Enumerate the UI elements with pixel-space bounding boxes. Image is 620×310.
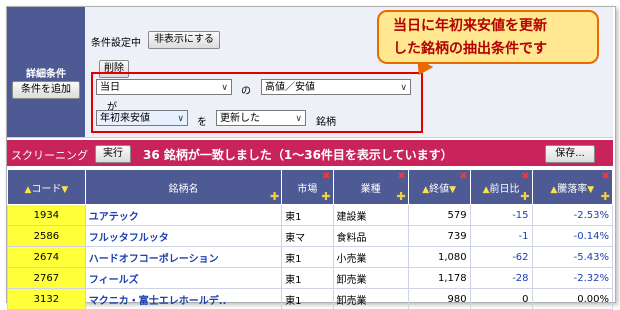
screening-result-message: 36 銘柄が一致しました（1〜36件目を表示しています） xyxy=(143,148,453,162)
sector-cell: 建設業 xyxy=(332,204,409,226)
table-row: 1934 ユアテック 東1 建設業 579 -15 -2.53% xyxy=(7,204,614,226)
remove-column-icon[interactable]: ✖ xyxy=(397,171,405,182)
header-label: 市場 xyxy=(297,183,318,195)
market-cell: 東マ xyxy=(281,225,334,247)
condition-action-select[interactable]: 更新した ∨ xyxy=(216,110,306,126)
run-screening-button[interactable]: 実行 xyxy=(95,145,131,163)
header-label: コード xyxy=(31,183,62,195)
chevron-down-icon: ∨ xyxy=(221,83,228,93)
add-column-icon[interactable]: ✚ xyxy=(321,190,330,203)
add-column-icon[interactable]: ✚ xyxy=(396,190,405,203)
detail-conditions-sidebar: 詳細条件 条件を追加 xyxy=(7,7,85,137)
condition-day-select[interactable]: 当日 ∨ xyxy=(96,79,232,95)
column-header-change[interactable]: ▲前日比 ✖ ✚ xyxy=(469,169,533,205)
column-header-code[interactable]: ▲コード▼ xyxy=(7,169,86,205)
header-label: 終値 xyxy=(429,183,450,195)
chevron-down-icon: ∨ xyxy=(400,83,407,93)
change-cell: 0 xyxy=(469,288,533,310)
table-row: 2767 フィールズ 東1 卸売業 1,178 -28 -2.32% xyxy=(7,267,614,289)
header-label: 銘柄名 xyxy=(168,183,199,195)
add-column-icon[interactable]: ✚ xyxy=(520,190,529,203)
remove-column-icon[interactable]: ✖ xyxy=(602,171,610,182)
close-cell: 980 xyxy=(407,288,471,310)
header-label: 騰落率 xyxy=(557,183,588,195)
results-table: ▲コード▼ 銘柄名 ✚ 市場 ✖ ✚ 業種 ✖ ✚ ▲終値▼ ✖ ▲前日比 ✖ ✚ ▲騰落率▼ ✖… xyxy=(7,169,614,310)
hide-conditions-button[interactable]: 非表示にする xyxy=(148,31,220,49)
sort-desc-icon[interactable]: ▼ xyxy=(61,185,68,195)
column-header-name: 銘柄名 ✚ xyxy=(84,169,283,205)
close-cell: 739 xyxy=(407,225,471,247)
change-cell: -62 xyxy=(469,246,533,268)
table-row: 3132 マクニカ・富士エレホールデ.. 東1 卸売業 980 0 0.00% xyxy=(7,288,614,310)
close-cell: 1,080 xyxy=(407,246,471,268)
add-column-icon[interactable]: ✚ xyxy=(270,190,279,203)
code-cell: 2767 xyxy=(7,267,86,289)
connector-of: の xyxy=(241,86,251,97)
stock-name-link[interactable]: フルッタフルッタ xyxy=(84,225,283,247)
stock-name-link[interactable]: ハードオフコーポレーション xyxy=(84,246,283,268)
chevron-down-icon: ∨ xyxy=(177,114,184,124)
add-column-icon[interactable]: ✚ xyxy=(601,190,610,203)
change-cell: -1 xyxy=(469,225,533,247)
code-cell: 2674 xyxy=(7,246,86,268)
market-cell: 東1 xyxy=(281,204,334,226)
remove-column-icon[interactable]: ✖ xyxy=(521,171,529,182)
stock-name-link[interactable]: マクニカ・富士エレホールデ.. xyxy=(84,288,283,310)
column-header-rate[interactable]: ▲騰落率▼ ✖ ✚ xyxy=(531,169,614,205)
code-cell: 3132 xyxy=(7,288,86,310)
condition-indicator-select[interactable]: 年初来安値 ∨ xyxy=(96,110,188,126)
code-cell: 1934 xyxy=(7,204,86,226)
change-cell: -15 xyxy=(469,204,533,226)
condition-indicator-value: 年初来安値 xyxy=(100,113,150,124)
condition-price-type-value: 高値／安値 xyxy=(265,82,315,93)
condition-price-type-select[interactable]: 高値／安値 ∨ xyxy=(261,79,411,95)
stocks-suffix-label: 銘柄 xyxy=(316,117,336,128)
screening-label: スクリーニング xyxy=(11,149,88,162)
change-cell: -28 xyxy=(469,267,533,289)
sector-cell: 卸売業 xyxy=(332,288,409,310)
connector-wo: を xyxy=(197,117,207,128)
annotation-callout: 当日に年初来安値を更新 した銘柄の抽出条件です xyxy=(377,10,599,64)
callout-line-2: した銘柄の抽出条件です xyxy=(393,41,547,57)
condition-status-label: 条件設定中 xyxy=(91,38,141,49)
add-condition-button[interactable]: 条件を追加 xyxy=(12,81,80,99)
column-header-market: 市場 ✖ ✚ xyxy=(281,169,334,205)
market-cell: 東1 xyxy=(281,267,334,289)
callout-line-1: 当日に年初来安値を更新 xyxy=(393,18,547,34)
table-row: 2586 フルッタフルッタ 東マ 食料品 739 -1 -0.14% xyxy=(7,225,614,247)
remove-column-icon[interactable]: ✖ xyxy=(459,171,467,182)
market-cell: 東1 xyxy=(281,288,334,310)
sector-cell: 食料品 xyxy=(332,225,409,247)
condition-action-value: 更新した xyxy=(220,113,260,124)
sort-desc-icon[interactable]: ▼ xyxy=(449,185,456,195)
sort-desc-icon[interactable]: ▼ xyxy=(587,185,594,195)
sector-cell: 卸売業 xyxy=(332,267,409,289)
rate-cell: 0.00% xyxy=(531,288,614,310)
stock-name-link[interactable]: フィールズ xyxy=(84,267,283,289)
column-header-sector: 業種 ✖ ✚ xyxy=(332,169,409,205)
table-row: 2674 ハードオフコーポレーション 東1 小売業 1,080 -62 -5.4… xyxy=(7,246,614,268)
header-label: 前日比 xyxy=(489,183,520,195)
rate-cell: -5.43% xyxy=(531,246,614,268)
market-cell: 東1 xyxy=(281,246,334,268)
column-header-close[interactable]: ▲終値▼ ✖ xyxy=(407,169,471,205)
screener-frame: 詳細条件 条件を追加 条件設定中 非表示にする 削除 当日 ∨ の 高値／安値 ∨ … xyxy=(6,6,616,310)
rate-cell: -0.14% xyxy=(531,225,614,247)
close-cell: 579 xyxy=(407,204,471,226)
condition-day-value: 当日 xyxy=(100,82,120,93)
screening-bar: スクリーニング 実行 36 銘柄が一致しました（1〜36件目を表示しています） … xyxy=(7,140,613,166)
header-label: 業種 xyxy=(360,183,381,195)
close-cell: 1,178 xyxy=(407,267,471,289)
sector-cell: 小売業 xyxy=(332,246,409,268)
rate-cell: -2.32% xyxy=(531,267,614,289)
save-button[interactable]: 保存... xyxy=(545,145,595,163)
rate-cell: -2.53% xyxy=(531,204,614,226)
stock-name-link[interactable]: ユアテック xyxy=(84,204,283,226)
chevron-down-icon: ∨ xyxy=(295,114,302,124)
detail-conditions-title: 詳細条件 xyxy=(26,69,66,80)
sort-asc-icon[interactable]: ▲ xyxy=(483,185,490,195)
remove-column-icon[interactable]: ✖ xyxy=(322,171,330,182)
code-cell: 2586 xyxy=(7,225,86,247)
